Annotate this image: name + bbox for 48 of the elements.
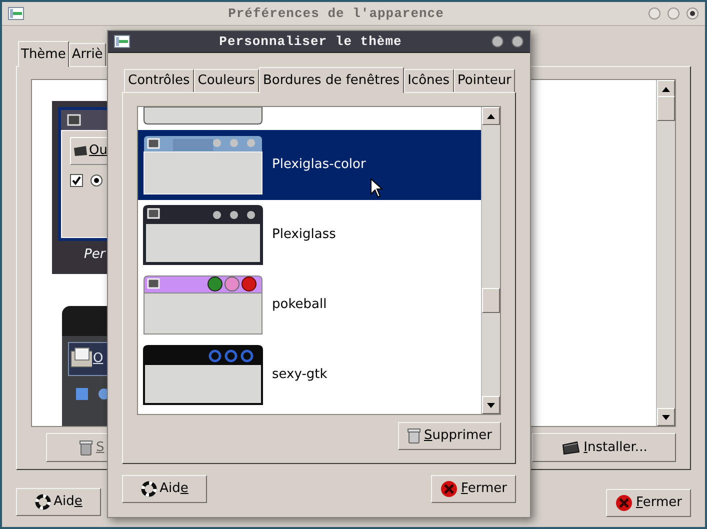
trash-icon <box>407 428 421 444</box>
box-icon <box>73 145 88 157</box>
window-title: Préférences de l'apparence <box>227 4 445 23</box>
tab[interactable]: Couleurs <box>194 69 260 92</box>
close-icon <box>686 7 699 20</box>
scroll-down-button[interactable] <box>657 408 675 426</box>
help-button[interactable]: Aide <box>16 488 101 516</box>
arrow-up-icon <box>487 114 495 118</box>
trash-icon <box>79 440 93 456</box>
tab[interactable]: Contrôles <box>124 69 194 92</box>
theme-row[interactable]: Plexiglass <box>138 200 481 270</box>
cursor-icon <box>370 178 383 198</box>
tab[interactable]: Arriè <box>68 43 106 66</box>
scroll-down-button[interactable] <box>482 396 500 414</box>
lifebuoy-icon <box>140 481 157 497</box>
close-icon <box>511 35 524 48</box>
theme-caption: Per <box>84 246 106 264</box>
minimize-icon <box>491 35 504 48</box>
box-icon <box>560 440 581 454</box>
close-button[interactable]: Fermer <box>606 489 691 517</box>
tab[interactable]: Icônes <box>404 69 454 92</box>
theme-row[interactable]: sexy-gtk <box>138 340 481 410</box>
tab[interactable]: Thème <box>18 41 69 67</box>
scrollbar-thumb[interactable] <box>657 96 675 121</box>
minimize-icon <box>648 7 661 20</box>
checkbox-icon <box>76 388 88 400</box>
theme-row[interactable]: Plexiglas-color <box>138 130 481 200</box>
close-button[interactable]: Fermer <box>431 475 516 503</box>
window-menu-icon <box>114 35 130 48</box>
arrow-down-icon <box>662 414 670 420</box>
scrollbar-thumb[interactable] <box>482 288 500 313</box>
tab[interactable]: Pointeur <box>454 69 516 92</box>
maximize-icon <box>667 7 680 20</box>
window-title: Personnaliser le thème <box>218 32 403 51</box>
close-icon <box>440 480 458 498</box>
arrow-down-icon <box>487 402 495 408</box>
scroll-up-button[interactable] <box>482 107 500 125</box>
theme-row[interactable]: pokeball <box>138 270 481 340</box>
window-icon <box>67 114 81 126</box>
arrow-up-icon <box>662 86 670 92</box>
lifebuoy-icon <box>34 494 51 510</box>
tab[interactable]: Bordures de fenêtres <box>259 67 404 93</box>
delete-button[interactable]: Supprimer <box>398 422 501 450</box>
close-icon <box>615 494 634 512</box>
install-button[interactable]: Installer... <box>532 433 676 462</box>
radio-icon <box>90 174 103 187</box>
window-menu-icon <box>8 7 24 20</box>
help-button[interactable]: Aide <box>122 475 207 503</box>
